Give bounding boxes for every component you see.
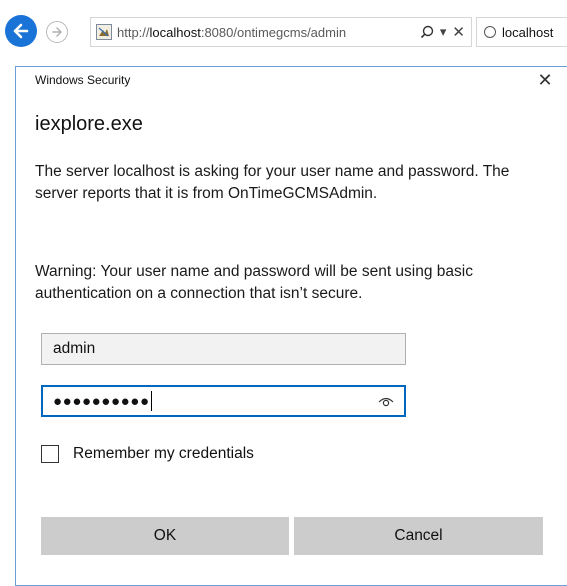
close-icon: ✕	[537, 70, 553, 90]
ok-button[interactable]: OK	[41, 517, 289, 555]
credentials-dialog: Windows Security ✕ iexplore.exe The serv…	[15, 66, 567, 586]
search-icon	[420, 25, 434, 39]
text-caret	[150, 391, 153, 411]
password-mask: ●●●●●●●●●●	[53, 392, 150, 410]
dialog-close-button[interactable]: ✕	[533, 69, 557, 93]
stop-button[interactable]: ✕	[452, 23, 465, 41]
browser-toolbar: http://localhost:8080/ontimegcms/admin ▾…	[0, 0, 567, 66]
tab-title: localhost	[502, 24, 554, 40]
remember-label: Remember my credentials	[73, 445, 254, 462]
site-favicon-icon	[96, 24, 112, 40]
server-message: The server localhost is asking for your …	[35, 163, 510, 202]
security-warning: Warning: Your user name and password wil…	[35, 263, 473, 302]
forward-arrow-icon	[52, 27, 62, 37]
close-icon: ✕	[452, 24, 465, 41]
back-arrow-icon	[13, 23, 29, 39]
password-field[interactable]: ●●●●●●●●●●	[41, 385, 406, 417]
forward-button[interactable]	[46, 21, 68, 43]
username-field[interactable]: admin	[41, 333, 406, 365]
chevron-down-icon[interactable]: ▾	[440, 24, 447, 40]
eye-icon[interactable]	[378, 395, 394, 407]
username-value: admin	[53, 340, 96, 357]
back-button[interactable]	[5, 15, 37, 47]
loading-spinner-icon	[484, 26, 496, 38]
search-button[interactable]	[420, 25, 434, 39]
cancel-button[interactable]: Cancel	[294, 517, 543, 555]
dialog-title: iexplore.exe	[35, 113, 143, 135]
address-url[interactable]: http://localhost:8080/ontimegcms/admin	[117, 25, 420, 40]
dialog-caption: Windows Security	[35, 73, 131, 87]
browser-tab[interactable]: localhost	[476, 17, 567, 47]
remember-credentials-option[interactable]: Remember my credentials	[41, 445, 254, 463]
remember-checkbox[interactable]	[41, 445, 59, 463]
address-bar[interactable]: http://localhost:8080/ontimegcms/admin ▾…	[90, 17, 472, 47]
